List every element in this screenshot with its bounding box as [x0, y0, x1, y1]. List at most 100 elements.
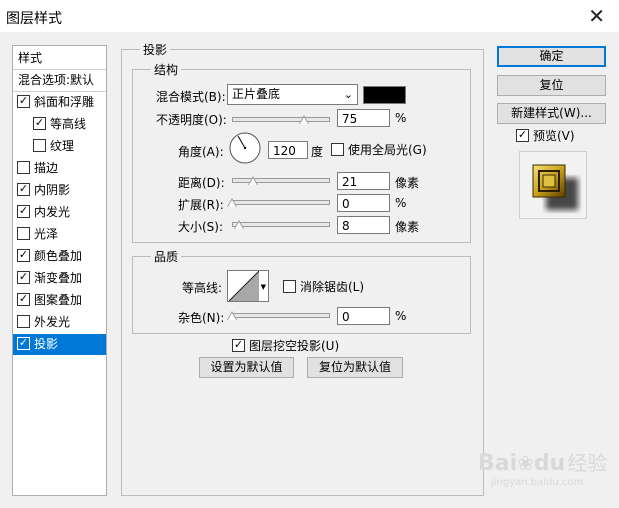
- contour-picker[interactable]: ▼: [227, 270, 269, 302]
- noise-slider-handle[interactable]: [227, 311, 237, 320]
- sidebar-item-label: 等高线: [50, 117, 87, 131]
- knockout-label: 图层挖空投影(U): [249, 339, 340, 353]
- angle-dial-icon[interactable]: [228, 131, 262, 165]
- blend-mode-value: 正片叠底: [232, 87, 281, 101]
- antialias-label: 消除锯齿(L): [300, 280, 365, 294]
- sidebar-checkbox[interactable]: [17, 183, 30, 196]
- new-style-button[interactable]: 新建样式(W)...: [497, 103, 606, 124]
- structure-title: 结构: [151, 61, 182, 78]
- sidebar-item-6[interactable]: 内阴影: [13, 180, 106, 201]
- sidebar-checkbox[interactable]: [17, 95, 30, 108]
- sidebar-item-12[interactable]: 外发光: [13, 312, 106, 333]
- spread-input[interactable]: 0: [337, 194, 390, 212]
- contour-label: 等高线:: [182, 281, 223, 295]
- sidebar-item-4[interactable]: 纹理: [13, 136, 106, 157]
- style-preview-thumbnail: [519, 151, 587, 219]
- sidebar-item-0[interactable]: 样式: [13, 48, 106, 70]
- preview-swatch-icon: [532, 164, 578, 210]
- sidebar-checkbox[interactable]: [17, 161, 30, 174]
- sidebar-item-8[interactable]: 光泽: [13, 224, 106, 245]
- sidebar-checkbox[interactable]: [17, 205, 30, 218]
- title-bar: [0, 0, 619, 32]
- sidebar-item-label: 外发光: [34, 315, 71, 329]
- global-light-checkbox-box[interactable]: [331, 143, 344, 156]
- spread-slider[interactable]: [232, 200, 330, 205]
- size-slider[interactable]: [232, 222, 330, 227]
- global-light-checkbox[interactable]: 使用全局光(G): [331, 141, 427, 158]
- sidebar-item-13[interactable]: 投影: [13, 334, 106, 355]
- size-label: 大小(S):: [178, 220, 224, 234]
- noise-input[interactable]: 0: [337, 307, 390, 325]
- size-unit: 像素: [395, 220, 420, 234]
- knockout-checkbox[interactable]: 图层挖空投影(U): [232, 337, 339, 354]
- sidebar-item-11[interactable]: 图案叠加: [13, 290, 106, 311]
- preview-checkbox[interactable]: 预览(V): [516, 127, 575, 144]
- preview-checkbox-box[interactable]: [516, 129, 529, 142]
- size-input[interactable]: 8: [337, 216, 390, 234]
- chevron-down-icon: ⌄: [343, 88, 353, 101]
- sidebar-item-9[interactable]: 颜色叠加: [13, 246, 106, 267]
- sidebar-item-label: 内发光: [34, 205, 71, 219]
- distance-slider[interactable]: [232, 178, 330, 183]
- sidebar-item-label: 斜面和浮雕: [34, 95, 95, 109]
- sidebar-item-2[interactable]: 斜面和浮雕: [13, 92, 106, 113]
- spread-label: 扩展(R):: [178, 198, 224, 212]
- sidebar-item-3[interactable]: 等高线: [13, 114, 106, 135]
- style-list: 样式混合选项:默认斜面和浮雕等高线纹理描边内阴影内发光光泽颜色叠加渐变叠加图案叠…: [12, 45, 107, 496]
- antialias-checkbox[interactable]: 消除锯齿(L): [283, 278, 364, 295]
- paw-icon: ❀: [517, 451, 534, 475]
- distance-label: 距离(D):: [178, 176, 225, 190]
- close-icon[interactable]: ✕: [588, 4, 605, 28]
- set-default-button[interactable]: 设置为默认值: [199, 357, 294, 378]
- ok-button[interactable]: 确定: [497, 46, 606, 67]
- opacity-unit: %: [395, 111, 407, 125]
- blend-mode-label: 混合模式(B):: [156, 90, 226, 104]
- opacity-slider[interactable]: [232, 117, 330, 122]
- sidebar-item-label: 内阴影: [34, 183, 71, 197]
- preview-label: 预览(V): [533, 129, 575, 143]
- sidebar-checkbox[interactable]: [33, 117, 46, 130]
- sidebar-item-1[interactable]: 混合选项:默认: [13, 70, 106, 92]
- knockout-checkbox-box[interactable]: [232, 339, 245, 352]
- sidebar-checkbox[interactable]: [17, 249, 30, 262]
- distance-input[interactable]: 21: [337, 172, 390, 190]
- spread-unit: %: [395, 196, 407, 210]
- shadow-color-swatch[interactable]: [363, 86, 406, 104]
- sidebar-item-label: 投影: [34, 337, 59, 351]
- opacity-slider-handle[interactable]: [299, 115, 309, 124]
- sidebar-item-10[interactable]: 渐变叠加: [13, 268, 106, 289]
- sidebar-checkbox[interactable]: [17, 293, 30, 306]
- sidebar-item-label: 混合选项:默认: [18, 73, 95, 87]
- sidebar-checkbox[interactable]: [17, 227, 30, 240]
- sidebar-item-label: 渐变叠加: [34, 271, 83, 285]
- global-light-label: 使用全局光(G): [348, 143, 427, 157]
- size-slider-handle[interactable]: [234, 220, 244, 229]
- blend-mode-select[interactable]: 正片叠底 ⌄: [227, 84, 358, 105]
- watermark-paw-text: du: [533, 451, 566, 476]
- sidebar-checkbox[interactable]: [17, 337, 30, 350]
- noise-slider[interactable]: [232, 313, 330, 318]
- opacity-input[interactable]: 75: [337, 109, 390, 127]
- reset-default-button[interactable]: 复位为默认值: [307, 357, 403, 378]
- spread-slider-handle[interactable]: [227, 198, 237, 207]
- sidebar-item-label: 图案叠加: [34, 293, 83, 307]
- contour-dropdown-icon: ▼: [260, 283, 266, 291]
- reset-button[interactable]: 复位: [497, 75, 606, 96]
- sidebar-checkbox[interactable]: [17, 315, 30, 328]
- sidebar-item-5[interactable]: 描边: [13, 158, 106, 179]
- distance-slider-handle[interactable]: [248, 176, 258, 185]
- section-title: 投影: [140, 41, 171, 58]
- sidebar-item-label: 样式: [18, 51, 43, 65]
- opacity-label: 不透明度(O):: [156, 113, 227, 127]
- angle-label: 角度(A):: [178, 145, 224, 159]
- sidebar-item-label: 描边: [34, 161, 59, 175]
- distance-unit: 像素: [395, 176, 420, 190]
- watermark-url: jingyan.baidu.com: [491, 477, 584, 488]
- angle-input[interactable]: 120: [268, 141, 308, 159]
- sidebar-checkbox[interactable]: [33, 139, 46, 152]
- antialias-checkbox-box[interactable]: [283, 280, 296, 293]
- sidebar-checkbox[interactable]: [17, 271, 30, 284]
- sidebar-item-label: 光泽: [34, 227, 59, 241]
- watermark: Bai❀du 经验: [478, 447, 607, 476]
- sidebar-item-7[interactable]: 内发光: [13, 202, 106, 223]
